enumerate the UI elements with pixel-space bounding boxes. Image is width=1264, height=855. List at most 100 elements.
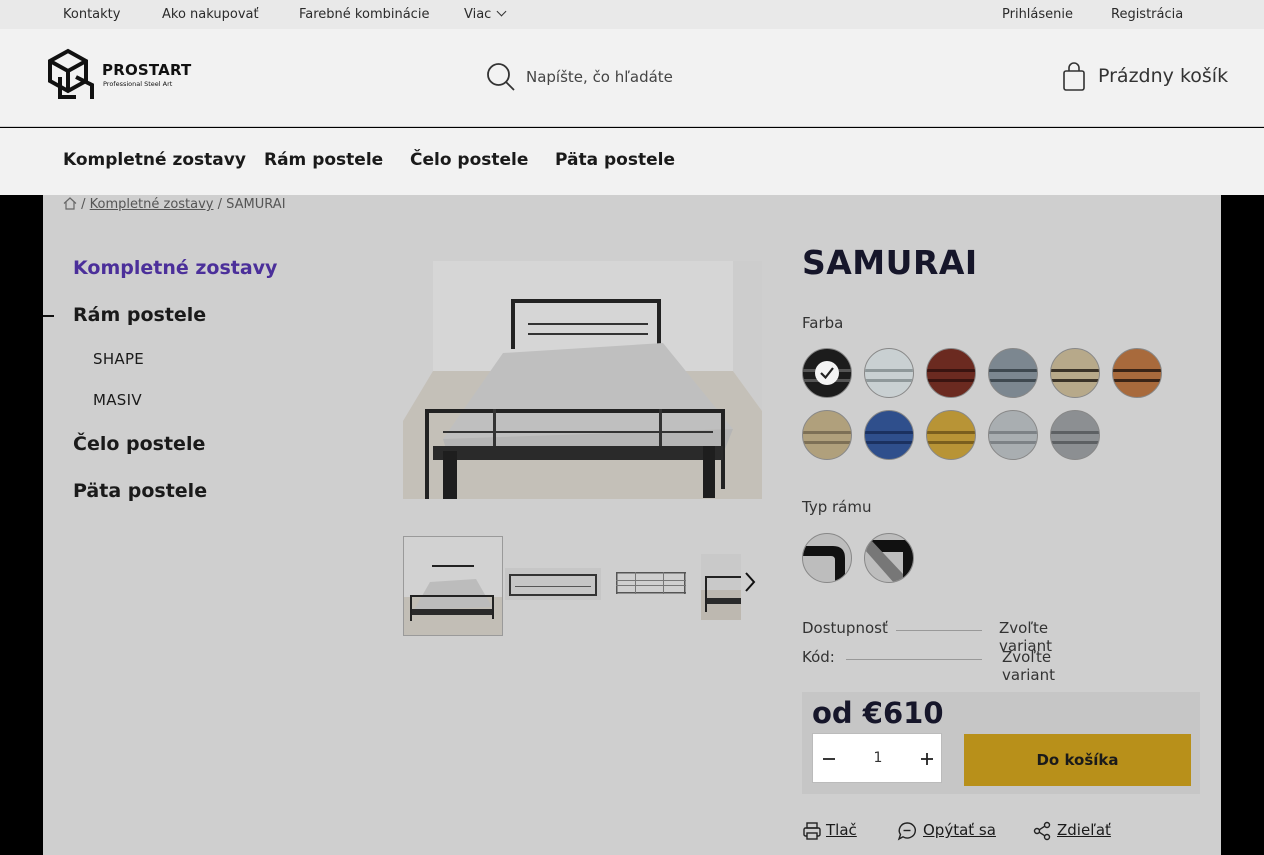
cart-label: Prázdny košík [1098, 65, 1229, 87]
search-input[interactable]: Napíšte, čo hľadáte [526, 68, 673, 86]
color-swatch-black[interactable] [802, 348, 852, 398]
color-swatch-blue[interactable] [864, 410, 914, 460]
color-swatch-gold[interactable] [926, 410, 976, 460]
swatch-stripe [1113, 369, 1161, 372]
topbar-link-color-combinations[interactable]: Farebné kombinácie [299, 7, 429, 22]
swatch-stripe [989, 431, 1037, 434]
color-swatch-light-grey[interactable] [864, 348, 914, 398]
main-navigation: Kompletné zostavy Rám postele Čelo poste… [0, 128, 1264, 195]
thumbnail-headboard-photo [505, 568, 601, 600]
swatch-stripe [803, 431, 851, 434]
thumbnail-bed-photo [404, 537, 502, 635]
nav-item-bed-frame[interactable]: Rám postele [264, 150, 383, 170]
swatch-stripe [927, 379, 975, 382]
cart-button[interactable]: Prázdny košík [1062, 62, 1242, 92]
add-to-cart-button[interactable]: Do košíka [964, 734, 1191, 786]
sidebar-item-complete-sets[interactable]: Kompletné zostavy [73, 257, 277, 279]
swatch-stripe [865, 379, 913, 382]
swatch-stripe [803, 441, 851, 444]
share-link[interactable]: Zdieľať [1057, 821, 1111, 839]
color-label: Farba [802, 314, 844, 332]
sidebar-item-bed-frame[interactable]: Rám postele [73, 304, 206, 326]
swatch-stripe [865, 441, 913, 444]
frame-type-label: Typ rámu [802, 498, 872, 516]
availability-label: Dostupnosť [802, 619, 888, 637]
selected-check-icon [815, 361, 839, 385]
register-link[interactable]: Registrácia [1111, 7, 1183, 22]
search-box[interactable]: Napíšte, čo hľadáte [486, 62, 786, 92]
chat-bubble-icon[interactable] [897, 821, 917, 841]
topbar-link-contacts[interactable]: Kontakty [63, 7, 120, 22]
nav-item-footboard[interactable]: Päta postele [555, 150, 675, 170]
frame-option-rounded[interactable] [802, 533, 852, 583]
expand-indicator [43, 315, 54, 317]
buy-box: od €610 1 Do košíka [802, 692, 1200, 794]
sidebar-subitem-shape[interactable]: SHAPE [93, 350, 144, 368]
thumbnail-1[interactable] [403, 536, 503, 636]
frame-square-icon [865, 540, 913, 582]
swatch-stripe [989, 441, 1037, 444]
breadcrumb: / Kompletné zostavy / SAMURAI [63, 197, 286, 212]
logo-mark-icon [48, 48, 94, 99]
logo-brand: PROSTART [102, 61, 192, 79]
plus-icon[interactable] [911, 734, 943, 784]
logo[interactable]: PROSTART Professional Steel Art [46, 47, 216, 103]
quantity-stepper[interactable]: 1 [812, 733, 942, 783]
color-swatch-beige[interactable] [1050, 348, 1100, 398]
swatch-stripe [865, 369, 913, 372]
swatch-stripe [1051, 369, 1099, 372]
print-link[interactable]: Tlač [826, 821, 857, 839]
code-label: Kód: [802, 648, 835, 666]
topbar-more-label: Viac [464, 7, 492, 22]
bed-photo [403, 261, 762, 499]
sidebar-item-footboard[interactable]: Päta postele [73, 480, 207, 502]
product-page: / Kompletné zostavy / SAMURAI Kompletné … [43, 195, 1221, 855]
search-icon [487, 63, 515, 91]
color-swatch-grey-blue[interactable] [988, 348, 1038, 398]
availability-row: Dostupnosť Zvoľte variant [802, 619, 1102, 655]
print-icon[interactable] [802, 821, 822, 841]
ask-question-link[interactable]: Opýtať sa [923, 821, 996, 839]
thumbnail-4[interactable] [701, 536, 741, 636]
product-title: SAMURAI [802, 243, 978, 282]
swatch-stripe [927, 431, 975, 434]
sidebar-subitem-masiv[interactable]: MASIV [93, 391, 142, 409]
color-swatch-brown-red[interactable] [926, 348, 976, 398]
swatch-stripe [927, 441, 975, 444]
swatch-stripe [989, 379, 1037, 382]
code-value: Zvoľte variant [1002, 648, 1055, 684]
thumbnail-2[interactable] [505, 536, 601, 636]
breadcrumb-current: SAMURAI [226, 197, 286, 212]
swatch-stripe [865, 431, 913, 434]
nav-item-headboard[interactable]: Čelo postele [410, 150, 528, 170]
share-icon[interactable] [1032, 821, 1052, 841]
top-bar: Kontakty Ako nakupovať Farebné kombináci… [0, 0, 1264, 29]
topbar-link-how-to-buy[interactable]: Ako nakupovať [162, 7, 259, 22]
product-main-image[interactable] [403, 261, 762, 499]
topbar-link-more[interactable]: Viac [464, 6, 507, 22]
logo-tagline: Professional Steel Art [103, 80, 173, 88]
thumbnail-frame-drawing [616, 572, 686, 594]
swatch-stripe [989, 369, 1037, 372]
breadcrumb-link-complete-sets[interactable]: Kompletné zostavy [90, 197, 214, 212]
swatch-stripe [1051, 431, 1099, 434]
color-swatch-graphite[interactable] [1050, 410, 1100, 460]
frame-option-square[interactable] [864, 533, 914, 583]
swatch-stripe [927, 369, 975, 372]
chevron-right-icon[interactable] [743, 571, 757, 593]
color-swatch-sand[interactable] [802, 410, 852, 460]
swatch-stripe [1051, 379, 1099, 382]
dotted-separator [846, 659, 982, 660]
swatch-stripe [1113, 379, 1161, 382]
sidebar-item-headboard[interactable]: Čelo postele [73, 433, 205, 455]
nav-item-complete-sets[interactable]: Kompletné zostavy [63, 150, 246, 170]
home-icon[interactable] [63, 197, 77, 210]
color-swatch-copper[interactable] [1112, 348, 1162, 398]
color-swatch-silver[interactable] [988, 410, 1038, 460]
code-row: Kód: Zvoľte variant [802, 648, 1102, 684]
login-link[interactable]: Prihlásenie [1002, 7, 1073, 22]
thumbnail-3[interactable] [613, 536, 689, 636]
quantity-value[interactable]: 1 [853, 750, 903, 766]
breadcrumb-separator: / [217, 197, 223, 212]
minus-icon[interactable] [813, 734, 845, 784]
